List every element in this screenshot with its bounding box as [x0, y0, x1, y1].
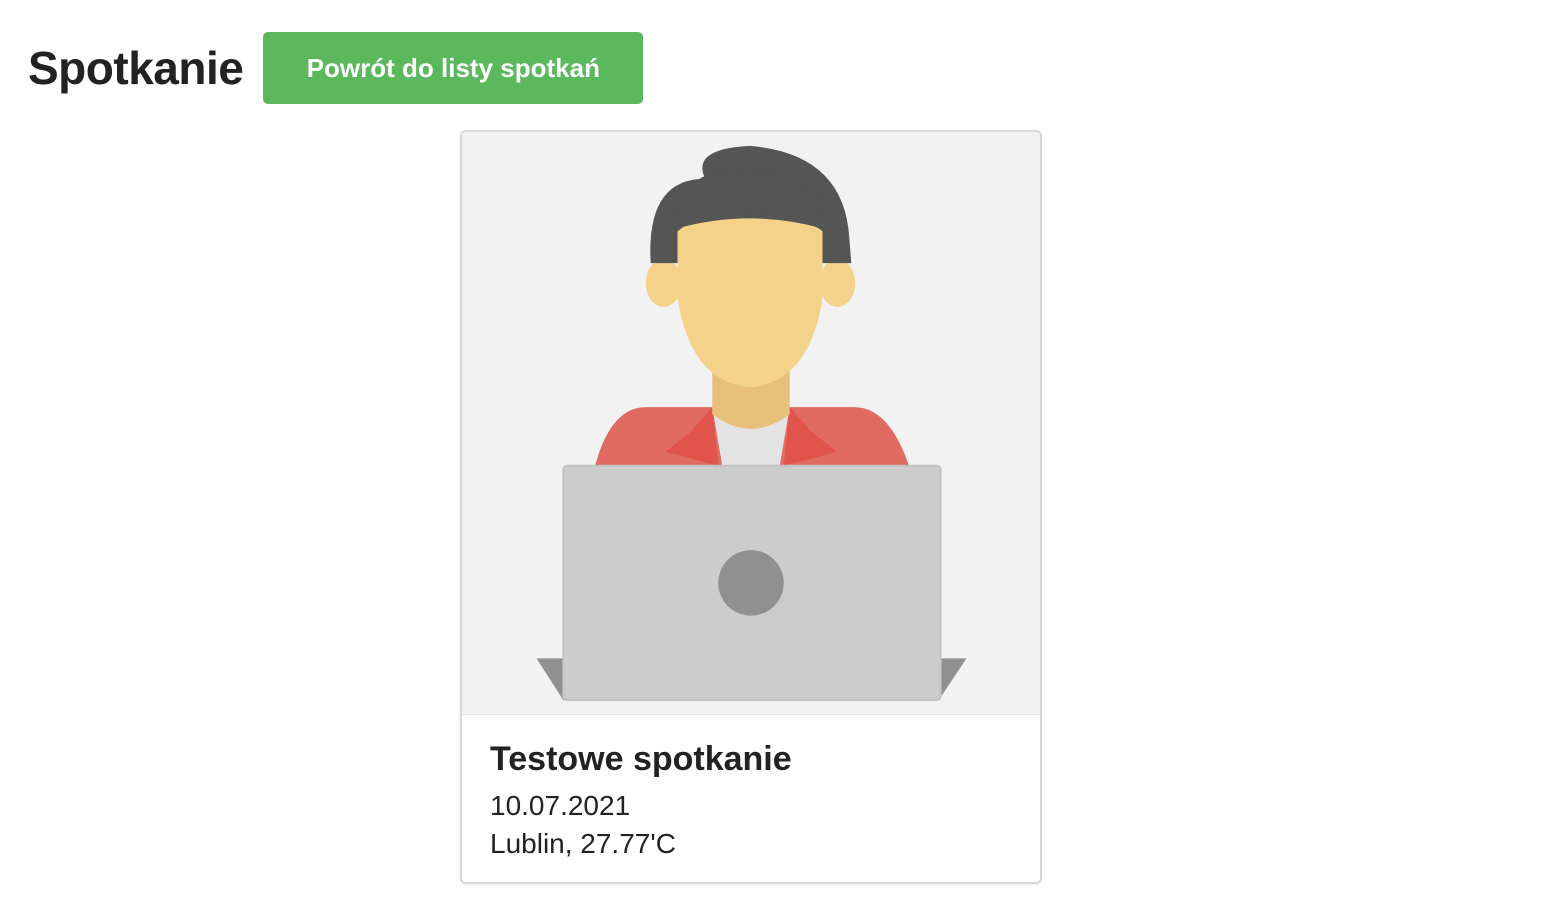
meeting-title: Testowe spotkanie	[490, 740, 792, 778]
meeting-card: Testowe spotkanie 10.07.2021 Lublin, 27.…	[460, 130, 1042, 884]
back-to-list-button[interactable]: Powrót do listy spotkań	[263, 32, 644, 104]
meeting-card-body: Testowe spotkanie 10.07.2021 Lublin, 27.…	[462, 715, 1040, 882]
meeting-date: 10.07.2021	[490, 790, 631, 821]
page-title: Spotkanie	[28, 42, 244, 94]
person-at-laptop-icon	[462, 132, 1040, 715]
page-header: Spotkanie Powrót do listy spotkań	[28, 32, 644, 104]
meeting-location-weather: Lublin, 27.77'C	[490, 828, 676, 859]
